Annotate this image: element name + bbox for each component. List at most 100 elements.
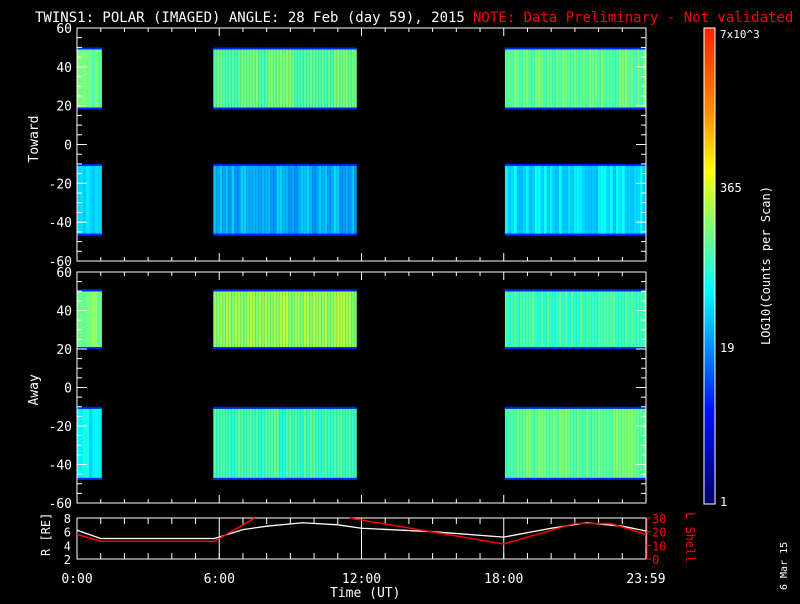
spectrogram-column [83,49,86,107]
spectrogram-column [505,166,508,234]
spectrogram-edge [619,478,622,480]
spectrogram-edge [541,289,544,291]
spectrogram-edge [511,234,514,236]
spectrogram-edge [282,108,285,110]
spectrogram-edge [288,164,291,166]
spectrogram-column [255,409,258,478]
spectrogram-edge [538,289,541,291]
spectrogram-column [631,291,634,347]
spectrogram-edge [625,478,628,480]
spectrogram-column [619,49,622,107]
spectrogram-edge [243,47,246,49]
spectrogram-edge [565,407,568,409]
spectrogram-edge [282,289,285,291]
spectrogram-edge [520,164,523,166]
spectrogram-edge [231,164,234,166]
spectrogram-edge [222,164,225,166]
spectrogram-column [330,291,333,347]
spectrogram-edge [628,289,631,291]
spectrogram-edge [285,478,288,480]
spectrogram-column [568,291,571,347]
spectrogram-edge [643,234,646,236]
spectrogram-edge [634,234,637,236]
spectrogram-edge [616,347,619,349]
spectrogram-column [258,49,261,107]
spectrogram-edge [339,478,342,480]
spectrogram-edge [631,108,634,110]
spectrogram-column [255,291,258,347]
spectrogram-edge [628,478,631,480]
spectrogram-edge [526,108,529,110]
spectrogram-edge [285,289,288,291]
spectrogram-edge [634,108,637,110]
spectrogram-column [92,166,95,234]
spectrogram-column [216,49,219,107]
spectrogram-column [336,291,339,347]
spectrogram-edge [643,108,646,110]
spectrogram-edge [601,347,604,349]
spectrogram-column [267,409,270,478]
spectrogram-edge [228,234,231,236]
spectrogram-edge [276,478,279,480]
spectrogram-column [532,291,535,347]
spectrogram-column [351,291,354,347]
spectrogram-edge [330,478,333,480]
spectrogram-edge [625,47,628,49]
spectrogram-column [571,49,574,107]
spectrogram-column [225,291,228,347]
spectrogram-edge [225,289,228,291]
spectrogram-column [222,291,225,347]
spectrogram-edge [625,108,628,110]
spectrogram-column [303,291,306,347]
spectrogram-column [101,409,102,478]
spectrogram-edge [219,407,222,409]
spectrogram-edge [544,289,547,291]
spectrogram-edge [511,289,514,291]
spectrogram-column [327,291,330,347]
spectrogram-edge [270,289,273,291]
spectrogram-edge [228,478,231,480]
spectrogram-column [243,409,246,478]
spectrogram-edge [532,407,535,409]
spectrogram-edge [222,289,225,291]
spectrogram-edge [568,407,571,409]
spectrogram-edge [92,47,95,49]
spectrogram-edge [80,108,83,110]
spectrogram-column [532,409,535,478]
spectrogram-column [339,409,342,478]
spectrogram-column [306,49,309,107]
spectrogram-edge [562,164,565,166]
spectrogram-column [351,49,354,107]
spectrogram-edge [315,47,318,49]
spectrogram-edge [529,164,532,166]
spectrogram-edge [589,478,592,480]
spectrogram-column [342,49,345,107]
spectrogram-edge [279,407,282,409]
spectrogram-column [92,291,95,347]
spectrogram-column [613,49,616,107]
spectrogram-edge [520,407,523,409]
spectrogram-edge [234,108,237,110]
spectrogram-edge [535,108,538,110]
l-tick-label: 20 [652,526,666,540]
spectrogram-edge [616,234,619,236]
spectrogram-edge [294,478,297,480]
spectrogram-edge [535,234,538,236]
spectrogram-edge [240,289,243,291]
spectrogram-edge [520,347,523,349]
spectrogram-column [324,291,327,347]
spectrogram-column [89,166,92,234]
spectrogram-edge [541,47,544,49]
spectrogram-edge [336,108,339,110]
spectrogram-column [285,291,288,347]
spectrogram-edge [255,108,258,110]
spectrogram-edge [83,407,86,409]
spectrogram-edge [556,108,559,110]
spectrogram-edge [592,478,595,480]
spectrogram-edge [586,47,589,49]
spectrogram-column [535,291,538,347]
spectrogram-edge [225,407,228,409]
spectrogram-edge [95,234,98,236]
spectrogram-column [231,49,234,107]
spectrogram-edge [514,164,517,166]
